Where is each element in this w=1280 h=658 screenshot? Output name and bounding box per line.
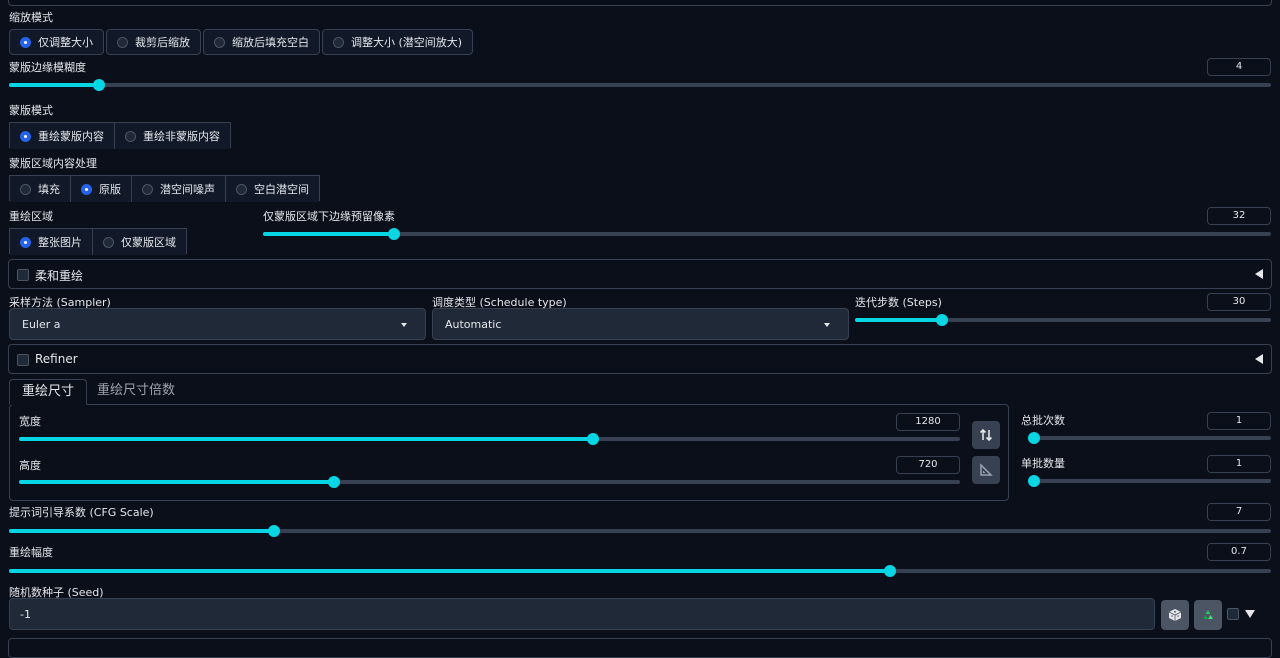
mask-blur-label: 蒙版边缘模糊度 bbox=[9, 61, 86, 74]
slider-thumb[interactable] bbox=[1028, 432, 1040, 444]
batch-size-number-input[interactable]: 1 bbox=[1207, 455, 1271, 473]
mask-mode-option-inpaint-not-masked[interactable]: 重绘非蒙版内容 bbox=[115, 123, 230, 149]
denoising-strength-number-input[interactable]: 0.7 bbox=[1207, 543, 1271, 561]
expand-extra-seed-icon[interactable] bbox=[1245, 610, 1255, 618]
width-slider[interactable] bbox=[19, 433, 960, 445]
height-slider[interactable] bbox=[19, 476, 960, 488]
mask-mode-radio-group: 重绘蒙版内容 重绘非蒙版内容 bbox=[9, 122, 231, 149]
radio-dot-icon bbox=[214, 36, 225, 48]
aspect-ratio-button[interactable] bbox=[972, 456, 1000, 484]
soft-inpaint-title: 柔和重绘 bbox=[35, 269, 84, 283]
steps-label: 迭代步数 (Steps) bbox=[855, 296, 942, 309]
resize-mode-option-crop-resize[interactable]: 裁剪后缩放 bbox=[106, 29, 201, 55]
radio-dot-icon bbox=[117, 36, 128, 48]
collapse-arrow-icon[interactable] bbox=[1255, 269, 1263, 279]
swap-arrows-icon bbox=[979, 428, 993, 442]
radio-dot-icon bbox=[103, 236, 114, 248]
batch-size-slider[interactable] bbox=[1028, 475, 1271, 487]
mask-mode-option-inpaint-masked[interactable]: 重绘蒙版内容 bbox=[10, 123, 115, 149]
schedule-value: Automatic bbox=[445, 318, 502, 331]
height-number-input[interactable]: 720 bbox=[896, 456, 960, 474]
resize-mode-option-just-resize[interactable]: 仅调整大小 bbox=[9, 29, 104, 55]
steps-slider[interactable] bbox=[855, 314, 1271, 326]
soft-inpaint-checkbox[interactable] bbox=[17, 269, 29, 281]
cfg-scale-label: 提示词引导系数 (CFG Scale) bbox=[9, 506, 154, 519]
masked-content-option-fill[interactable]: 填充 bbox=[10, 176, 71, 202]
seed-value: -1 bbox=[20, 608, 31, 621]
seed-input[interactable]: -1 bbox=[9, 598, 1155, 630]
soft-inpaint-accordion[interactable]: 柔和重绘 bbox=[8, 259, 1272, 289]
bottom-panel-edge bbox=[8, 638, 1272, 658]
slider-thumb[interactable] bbox=[92, 79, 105, 91]
cfg-scale-slider[interactable] bbox=[9, 525, 1271, 537]
batch-count-number-input[interactable]: 1 bbox=[1207, 412, 1271, 430]
masked-content-radio-group: 填充 原版 潜空间噪声 空白潜空间 bbox=[9, 175, 320, 202]
batch-count-label: 总批次数 bbox=[1021, 414, 1065, 427]
inpaint-area-radio-group: 整张图片 仅蒙版区域 bbox=[9, 228, 187, 255]
masked-content-option-latent-nothing[interactable]: 空白潜空间 bbox=[226, 176, 319, 202]
resize-mode-option-resize-fill[interactable]: 缩放后填充空白 bbox=[203, 29, 320, 55]
tab-resize-to[interactable]: 重绘尺寸 bbox=[9, 379, 88, 405]
radio-dot-icon bbox=[20, 130, 31, 142]
slider-thumb[interactable] bbox=[267, 525, 280, 537]
masked-content-option-latent-noise[interactable]: 潜空间噪声 bbox=[132, 176, 226, 202]
radio-dot-icon bbox=[20, 183, 31, 195]
schedule-dropdown[interactable]: Automatic bbox=[432, 308, 849, 340]
masked-content-label: 蒙版区域内容处理 bbox=[9, 157, 97, 170]
extra-seed-checkbox[interactable] bbox=[1227, 608, 1239, 620]
inpaint-area-label: 重绘区域 bbox=[9, 210, 53, 223]
mask-mode-label: 蒙版模式 bbox=[9, 104, 53, 117]
only-masked-padding-slider[interactable] bbox=[263, 228, 1271, 240]
slider-thumb[interactable] bbox=[1028, 475, 1040, 487]
radio-dot-icon bbox=[125, 130, 136, 142]
slider-thumb[interactable] bbox=[586, 433, 599, 445]
refiner-title: Refiner bbox=[35, 352, 78, 366]
denoising-strength-label: 重绘幅度 bbox=[9, 546, 53, 559]
radio-dot-icon bbox=[333, 36, 344, 48]
slider-thumb[interactable] bbox=[387, 228, 400, 240]
height-label: 高度 bbox=[19, 459, 41, 472]
triangle-ruler-icon bbox=[980, 463, 993, 476]
chevron-down-icon bbox=[401, 323, 407, 327]
masked-content-option-original[interactable]: 原版 bbox=[71, 176, 132, 202]
denoising-strength-slider[interactable] bbox=[9, 565, 1271, 577]
batch-count-slider[interactable] bbox=[1028, 432, 1271, 444]
top-panel-edge bbox=[8, 0, 1272, 6]
cfg-scale-number-input[interactable]: 7 bbox=[1207, 503, 1271, 521]
resize-mode-option-latent-upscale[interactable]: 调整大小 (潜空间放大) bbox=[322, 29, 474, 55]
mask-blur-number-input[interactable]: 4 bbox=[1207, 58, 1271, 76]
dice-icon bbox=[1168, 609, 1182, 621]
radio-dot-icon bbox=[20, 236, 31, 248]
resize-mode-label: 缩放模式 bbox=[9, 11, 53, 24]
refiner-accordion[interactable]: Refiner bbox=[8, 344, 1272, 374]
width-label: 宽度 bbox=[19, 415, 41, 428]
sampler-value: Euler a bbox=[22, 318, 61, 331]
slider-thumb[interactable] bbox=[328, 476, 341, 488]
inpaint-area-option-only-masked[interactable]: 仅蒙版区域 bbox=[93, 229, 186, 255]
collapse-arrow-icon[interactable] bbox=[1255, 354, 1263, 364]
slider-thumb[interactable] bbox=[935, 314, 948, 326]
random-seed-button[interactable] bbox=[1161, 600, 1189, 630]
radio-dot-icon bbox=[142, 183, 153, 195]
sampler-dropdown[interactable]: Euler a bbox=[9, 308, 426, 340]
resize-mode-radio-group: 仅调整大小 裁剪后缩放 缩放后填充空白 调整大小 (潜空间放大) bbox=[9, 29, 475, 55]
mask-blur-slider[interactable] bbox=[9, 79, 1271, 91]
only-masked-padding-number-input[interactable]: 32 bbox=[1207, 207, 1271, 225]
radio-dot-icon bbox=[236, 183, 247, 195]
swap-dimensions-button[interactable] bbox=[972, 421, 1000, 449]
radio-dot-icon bbox=[81, 183, 92, 195]
inpaint-area-option-whole-picture[interactable]: 整张图片 bbox=[10, 229, 93, 255]
tab-resize-by[interactable]: 重绘尺寸倍数 bbox=[85, 379, 187, 405]
steps-number-input[interactable]: 30 bbox=[1207, 293, 1271, 311]
width-number-input[interactable]: 1280 bbox=[896, 413, 960, 431]
chevron-down-icon bbox=[824, 323, 830, 327]
slider-thumb[interactable] bbox=[883, 565, 896, 577]
reuse-seed-button[interactable] bbox=[1194, 600, 1222, 630]
recycle-icon bbox=[1203, 610, 1213, 619]
refiner-checkbox[interactable] bbox=[17, 354, 29, 366]
only-masked-padding-label: 仅蒙版区域下边缘预留像素 bbox=[263, 210, 395, 223]
batch-size-label: 单批数量 bbox=[1021, 457, 1065, 470]
radio-dot-icon bbox=[20, 36, 31, 48]
